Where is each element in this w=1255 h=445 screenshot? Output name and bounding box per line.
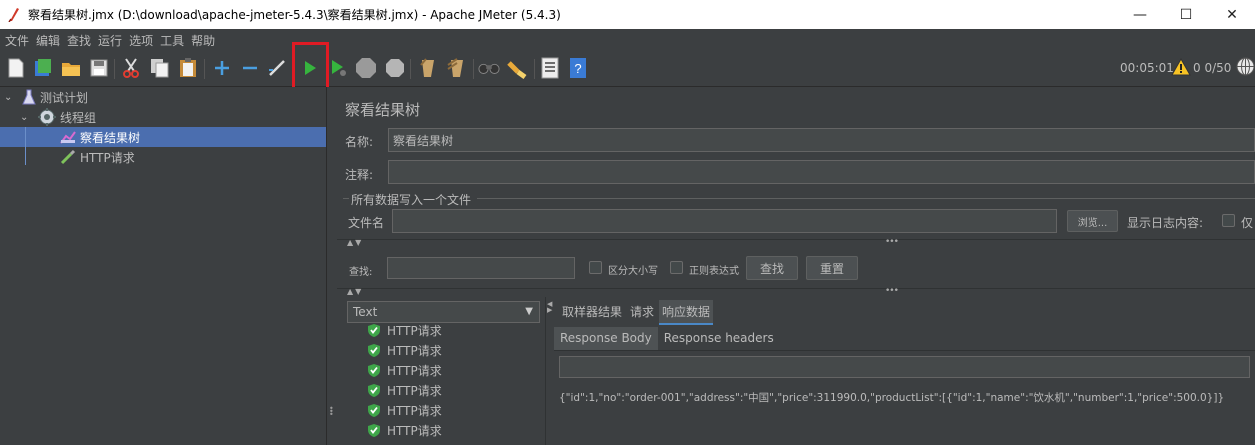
result-item[interactable]: HTTP请求 [367, 420, 442, 440]
search-label: 查找: [349, 267, 373, 278]
comment-field[interactable] [388, 160, 1255, 184]
elapsed-time: 00:05:01 [1120, 61, 1174, 75]
success-shield-icon [368, 363, 380, 377]
divider-1[interactable]: ▲▼ ••• [337, 237, 1255, 248]
clear-all-icon[interactable] [445, 57, 467, 79]
thread-count: 0 0/50 [1193, 61, 1232, 75]
filename-field[interactable] [392, 209, 1057, 233]
result-item[interactable]: HTTP请求 [367, 360, 442, 380]
close-button[interactable]: ✕ [1209, 0, 1255, 29]
clear-icon[interactable] [416, 57, 438, 79]
menu-tools[interactable]: 工具 [157, 32, 187, 49]
search-field[interactable] [387, 257, 575, 279]
tab-response-headers[interactable]: Response headers [658, 327, 780, 350]
svg-text:?: ? [574, 61, 581, 76]
tree-item-thread-group[interactable]: ⌄ 线程组 [20, 107, 326, 127]
search-button[interactable]: 查找 [746, 256, 798, 280]
case-sensitive-label: 区分大小写 [608, 266, 658, 277]
gear-icon [38, 108, 56, 126]
regex-checkbox[interactable] [670, 261, 683, 274]
file-group-label: 所有数据写入一个文件 [351, 193, 472, 207]
copy-icon[interactable] [149, 57, 171, 79]
log-errors-checkbox[interactable] [1222, 214, 1235, 227]
open-icon[interactable] [60, 57, 82, 79]
shutdown-icon[interactable] [384, 57, 406, 79]
reset-button[interactable]: 重置 [806, 256, 858, 280]
main-splitter[interactable]: • • • [326, 87, 336, 445]
help-icon[interactable]: ? [567, 57, 589, 79]
browse-button[interactable]: 浏览... [1067, 210, 1118, 232]
warning-icon[interactable] [1171, 57, 1191, 79]
result-tabs: 取样器结果 请求 响应数据 [559, 300, 715, 325]
response-search-field[interactable] [559, 356, 1250, 378]
menu-run[interactable]: 运行 [95, 32, 125, 49]
menu-file[interactable]: 文件 [2, 32, 32, 49]
regex-label: 正则表达式 [689, 266, 739, 277]
success-shield-icon [368, 343, 380, 357]
save-icon[interactable] [88, 57, 110, 79]
minimize-button[interactable]: — [1117, 0, 1163, 29]
results-splitter[interactable]: ◀ ▶ [545, 297, 553, 445]
search-icon[interactable] [478, 57, 500, 79]
tab-request[interactable]: 请求 [627, 300, 657, 325]
menu-help[interactable]: 帮助 [188, 32, 218, 49]
expand-icon[interactable] [211, 57, 233, 79]
response-subtabs: Response Body Response headers [554, 327, 1255, 351]
filename-label: 文件名 [348, 216, 385, 230]
new-icon[interactable] [5, 57, 27, 79]
menu-options[interactable]: 选项 [126, 32, 156, 49]
log-content-label: 显示日志内容: [1127, 216, 1204, 230]
collapse-icon[interactable] [239, 57, 261, 79]
chevron-down-icon[interactable]: ⌄ [20, 112, 34, 123]
results-tree-panel: 察看结果树 名称: 察看结果树 注释: 所有数据写入一个文件 文件名 浏览...… [337, 87, 1255, 445]
chevron-down-icon[interactable]: ⌄ [4, 92, 18, 103]
result-item[interactable]: HTTP请求 [367, 320, 442, 340]
pipette-icon [60, 149, 76, 165]
tree-item-view-results-tree[interactable]: 察看结果树 [0, 127, 326, 147]
flask-icon [22, 89, 36, 105]
comment-label: 注释: [345, 168, 374, 182]
stop-icon[interactable] [355, 57, 377, 79]
success-shield-icon [368, 383, 380, 397]
response-body-text: {"id":1,"no":"order-001","address":"中国",… [559, 392, 1225, 404]
templates-icon[interactable] [32, 57, 54, 79]
cut-icon[interactable] [120, 57, 142, 79]
paste-icon[interactable] [177, 57, 199, 79]
tab-sampler-result[interactable]: 取样器结果 [559, 300, 625, 325]
function-helper-icon[interactable] [539, 57, 561, 79]
tab-response-data[interactable]: 响应数据 [659, 300, 714, 325]
menu-bar: 文件 编辑 查找 运行 选项 工具 帮助 [0, 29, 1255, 51]
result-item[interactable]: HTTP请求 [367, 340, 442, 360]
chart-icon [60, 131, 76, 144]
window-title: 察看结果树.jmx (D:\download\apache-jmeter-5.4… [28, 8, 561, 22]
case-sensitive-checkbox[interactable] [589, 261, 602, 274]
chevron-down-icon: ▼ [525, 306, 533, 317]
success-shield-icon [368, 403, 380, 417]
toggle-icon[interactable] [266, 57, 288, 79]
result-item[interactable]: HTTP请求 [367, 380, 442, 400]
start-button-highlight [292, 42, 329, 90]
success-shield-icon [368, 423, 380, 437]
tab-response-body[interactable]: Response Body [554, 327, 658, 350]
menu-search[interactable]: 查找 [64, 32, 94, 49]
tree-item-test-plan[interactable]: ⌄ 测试计划 [4, 87, 326, 107]
maximize-button[interactable]: ☐ [1163, 0, 1209, 29]
toolbar: ? 00:05:01 0 0/50 [0, 51, 1255, 87]
divider-2[interactable]: ▲▼ ••• [337, 286, 1255, 297]
jmeter-feather-icon [8, 7, 19, 22]
panel-title: 察看结果树 [345, 101, 421, 119]
menu-edit[interactable]: 编辑 [33, 32, 63, 49]
result-item[interactable]: HTTP请求 [367, 400, 442, 420]
log-errors-label: 仅 [1241, 216, 1254, 230]
remote-globe-icon[interactable] [1236, 57, 1255, 79]
name-label: 名称: [345, 135, 374, 149]
test-plan-tree: ⌄ 测试计划 ⌄ 线程组 察看结果树 HTTP请求 [0, 87, 326, 445]
name-field[interactable]: 察看结果树 [388, 128, 1255, 152]
reset-search-icon[interactable] [506, 57, 528, 79]
success-shield-icon [368, 323, 380, 337]
tree-item-http-request[interactable]: HTTP请求 [60, 147, 326, 167]
title-bar: 察看结果树.jmx (D:\download\apache-jmeter-5.4… [0, 0, 1255, 29]
start-no-pauses-icon[interactable] [328, 57, 350, 79]
